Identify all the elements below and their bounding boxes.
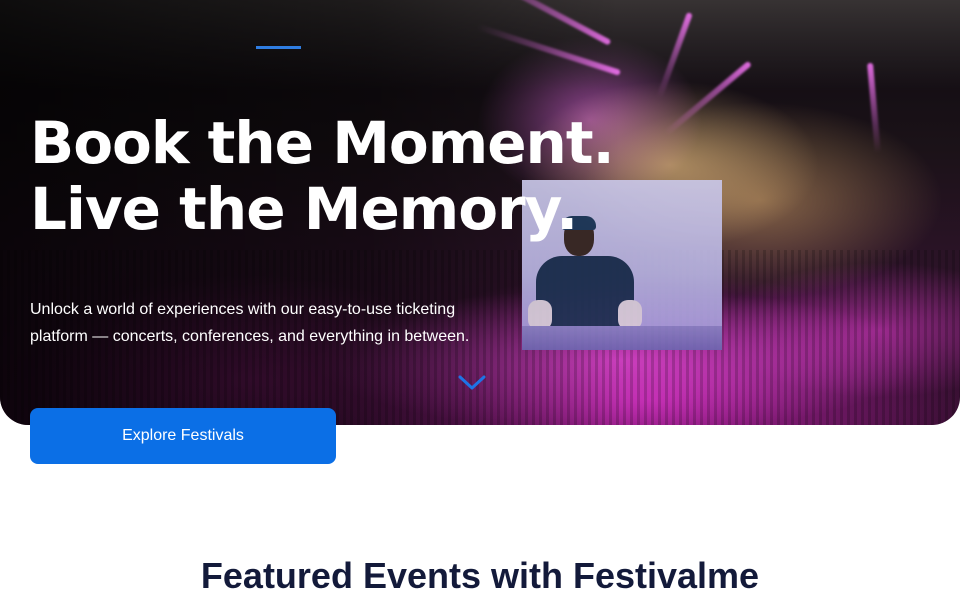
featured-events-heading: Featured Events with Festivalme <box>200 555 760 596</box>
chevron-down-icon[interactable] <box>457 374 487 392</box>
accent-line <box>256 46 301 49</box>
hero-title-line-1: Book the Moment. <box>30 109 615 177</box>
hero-title: Book the Moment. Live the Memory. <box>30 109 615 243</box>
hero-subtitle: Unlock a world of experiences with our e… <box>30 301 470 345</box>
hero-banner: Book the Moment. Live the Memory. Unlock… <box>0 0 960 425</box>
dj-desk <box>522 326 722 350</box>
hero-title-line-2: Live the Memory. <box>30 175 578 243</box>
page: Book the Moment. Live the Memory. Unlock… <box>0 0 960 600</box>
explore-festivals-button[interactable]: Explore Festivals <box>30 408 336 464</box>
